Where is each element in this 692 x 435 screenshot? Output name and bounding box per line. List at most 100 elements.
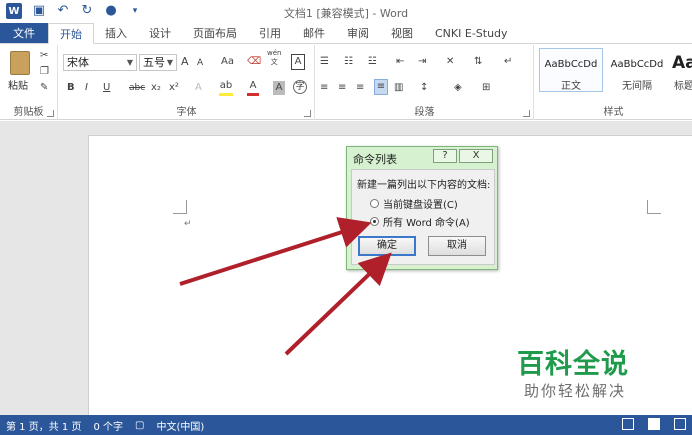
chinese-layout-icon[interactable]: ✕ <box>446 55 454 69</box>
tab-home[interactable]: 开始 <box>48 23 94 44</box>
tab-references[interactable]: 引用 <box>248 23 292 43</box>
style-no-spacing[interactable]: AaBbCcDd 无间隔 <box>605 48 669 92</box>
status-bar: 第 1 页，共 1 页 0 个字 ▢ 中文(中国) <box>0 415 692 435</box>
style-name: 正文 <box>561 81 581 92</box>
show-marks-icon[interactable]: ↵ <box>504 55 512 69</box>
tab-review[interactable]: 审阅 <box>336 23 380 43</box>
read-mode-icon[interactable] <box>622 418 634 430</box>
dialog-prompt: 新建一篇列出以下内容的文档: <box>357 180 491 191</box>
tab-page-layout[interactable]: 页面布局 <box>182 23 248 43</box>
command-list-dialog: 命令列表 ? X 新建一篇列出以下内容的文档: 当前键盘设置(C) 所有 Wor… <box>346 146 498 270</box>
copy-icon[interactable]: ❐ <box>40 65 49 79</box>
language[interactable]: 中文(中国) <box>150 418 210 433</box>
shrink-font-icon[interactable]: A <box>197 56 203 70</box>
page-count[interactable]: 第 1 页，共 1 页 <box>0 418 87 433</box>
highlight-icon[interactable]: ab <box>219 79 233 96</box>
numbering-icon[interactable]: ☷ <box>344 55 353 69</box>
char-border-icon[interactable]: A <box>291 54 305 70</box>
paragraph-mark: ↵ <box>184 219 192 229</box>
font-group: 宋体 ▼ 五号 ▼ A A Aa ⌫ wén 文 A B I U abc x₂ x²… <box>59 45 315 120</box>
style-heading[interactable]: Aa 标题 <box>669 48 692 92</box>
font-size-value: 五号 <box>143 56 165 69</box>
print-layout-icon[interactable] <box>648 418 660 430</box>
ribbon-tabs: 文件 开始 插入 设计 页面布局 引用 邮件 审阅 视图 CNKI E-Stud… <box>0 23 692 44</box>
tab-cnki[interactable]: CNKI E-Study <box>424 23 519 43</box>
styles-group: AaBbCcDd 正文 AaBbCcDd 无间隔 Aa 标题 样式 <box>535 45 692 120</box>
clear-format-icon[interactable]: ⌫ <box>247 55 261 69</box>
radio-label: 所有 Word 命令(A) <box>383 218 470 229</box>
word-count[interactable]: 0 个字 <box>87 418 129 433</box>
increase-indent-icon[interactable]: ⇥ <box>418 55 426 69</box>
tab-mailings[interactable]: 邮件 <box>292 23 336 43</box>
paragraph-launcher-icon[interactable] <box>523 110 530 117</box>
font-color-icon[interactable]: A <box>247 79 259 96</box>
tab-view[interactable]: 视图 <box>380 23 424 43</box>
chevron-down-icon: ▼ <box>126 58 133 67</box>
bold-button[interactable]: B <box>67 81 75 95</box>
style-name: 无间隔 <box>622 81 652 92</box>
font-launcher-icon[interactable] <box>304 110 311 117</box>
underline-button[interactable]: U <box>103 81 110 95</box>
tab-design[interactable]: 设计 <box>138 23 182 43</box>
close-button[interactable]: X <box>459 149 493 163</box>
phonetic-top: wén <box>267 49 282 57</box>
enclose-char-icon[interactable]: 字 <box>293 80 307 94</box>
radio-icon[interactable] <box>370 217 379 226</box>
crop-mark <box>647 200 661 214</box>
chevron-down-icon: ▼ <box>166 58 173 67</box>
borders-icon[interactable]: ⊞ <box>482 81 490 95</box>
text-effects-icon[interactable]: A <box>195 81 202 95</box>
change-case-icon[interactable]: Aa <box>221 55 234 69</box>
font-name-value: 宋体 <box>67 56 89 69</box>
italic-button[interactable]: I <box>85 81 88 95</box>
proofing-icon[interactable]: ▢ <box>129 420 150 431</box>
align-center-icon[interactable]: ≡ <box>338 81 346 95</box>
paste-icon[interactable] <box>10 51 30 75</box>
superscript-button[interactable]: x² <box>169 81 179 95</box>
radio-label: 当前键盘设置(C) <box>383 200 458 211</box>
sort-icon[interactable]: ⇅ <box>474 55 482 69</box>
styles-label: 样式 <box>603 107 624 118</box>
decrease-indent-icon[interactable]: ⇤ <box>396 55 404 69</box>
cut-icon[interactable]: ✂ <box>40 49 48 63</box>
justify-icon[interactable]: ≡ <box>374 79 388 95</box>
paste-button[interactable]: 粘贴 <box>8 77 28 92</box>
dialog-title: 命令列表 <box>353 153 397 166</box>
view-buttons <box>622 418 686 430</box>
style-name: 标题 <box>674 81 692 92</box>
web-layout-icon[interactable] <box>674 418 686 430</box>
paragraph-label: 段落 <box>414 107 435 118</box>
style-normal[interactable]: AaBbCcDd 正文 <box>539 48 603 92</box>
radio-icon[interactable] <box>370 199 379 208</box>
shading-icon[interactable]: ◈ <box>454 81 462 95</box>
style-sample: AaBbCcDd <box>610 59 664 70</box>
radio-all-commands[interactable]: 所有 Word 命令(A) <box>370 214 470 229</box>
watermark-subtitle: 助你轻松解决 <box>524 382 627 400</box>
tab-insert[interactable]: 插入 <box>94 23 138 43</box>
style-sample: AaBbCcDd <box>544 59 598 70</box>
window-title: 文档1 [兼容模式] - Word <box>283 7 409 20</box>
font-size-combo[interactable]: 五号 ▼ <box>139 54 177 71</box>
watermark-title: 百科全说 <box>517 349 629 380</box>
help-button[interactable]: ? <box>433 149 457 163</box>
ok-button[interactable]: 确定 <box>358 236 416 256</box>
cancel-button[interactable]: 取消 <box>428 236 486 256</box>
strikethrough-button[interactable]: abc <box>129 81 145 95</box>
radio-keyboard-settings[interactable]: 当前键盘设置(C) <box>370 196 458 211</box>
tab-file[interactable]: 文件 <box>0 23 48 43</box>
format-painter-icon[interactable]: ✎ <box>40 81 48 95</box>
distributed-icon[interactable]: ▥ <box>394 81 403 95</box>
phonetic-bottom: 文 <box>270 58 278 66</box>
clipboard-launcher-icon[interactable] <box>47 110 54 117</box>
phonetic-guide-icon[interactable]: wén 文 <box>267 49 281 67</box>
subscript-button[interactable]: x₂ <box>151 81 161 95</box>
align-left-icon[interactable]: ≡ <box>320 81 328 95</box>
style-sample: Aa <box>672 53 692 73</box>
char-shading-icon[interactable]: A <box>273 81 285 95</box>
bullets-icon[interactable]: ☰ <box>320 55 329 69</box>
align-right-icon[interactable]: ≡ <box>356 81 364 95</box>
multilevel-list-icon[interactable]: ☳ <box>368 55 377 69</box>
line-spacing-icon[interactable]: ↕ <box>420 81 428 95</box>
grow-font-icon[interactable]: A <box>181 55 189 69</box>
font-name-combo[interactable]: 宋体 ▼ <box>63 54 137 71</box>
